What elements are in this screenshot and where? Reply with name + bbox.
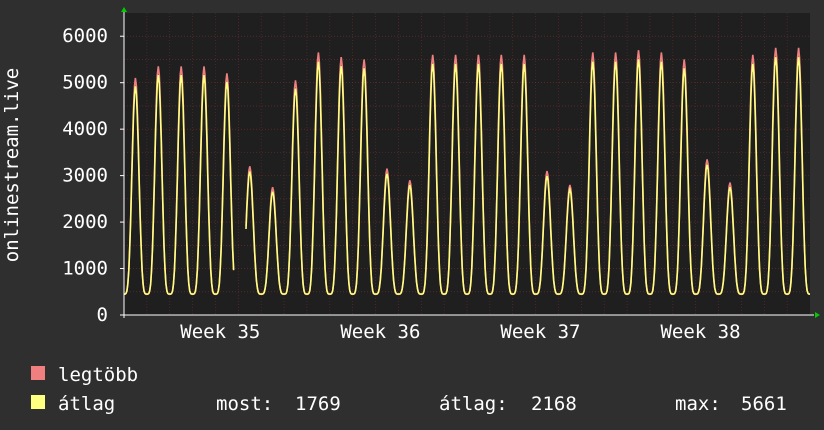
y-axis-label: onlinestream.live [1,68,23,262]
y-tick-label: 1000 [62,258,108,280]
legend: legtöbb átlag [31,364,138,415]
y-tick-label: 4000 [62,118,108,140]
stat-avg-label: átlag: [439,393,508,415]
legend-label-avg: átlag [58,393,115,415]
y-tick-label: 0 [97,304,108,326]
y-tick-label: 5000 [62,72,108,94]
stat-max-value: 5661 [741,393,787,415]
y-tick-labels: 0 1000 2000 3000 4000 5000 6000 [62,25,124,326]
traffic-chart: 0 1000 2000 3000 4000 5000 6000 Week 35 Week 36… [1,7,820,415]
x-tick-label: Week 36 [340,321,420,343]
x-tick-label: Week 38 [660,321,740,343]
x-axis-arrow-icon [815,312,820,318]
y-axis-arrow-icon [121,7,127,12]
stat-max-label: max: [675,393,721,415]
y-tick-label: 3000 [62,165,108,187]
stat-avg-value: 2168 [531,393,577,415]
y-tick-label: 6000 [62,25,108,47]
legend-swatch-max [31,366,45,380]
x-tick-label: Week 35 [180,321,260,343]
stats: most: 1769 átlag: 2168 max: 5661 [216,393,787,415]
x-tick-label: Week 37 [500,321,580,343]
legend-swatch-avg [31,395,45,409]
stat-now-label: most: [216,393,273,415]
legend-label-max: legtöbb [58,364,138,386]
stat-now-value: 1769 [295,393,341,415]
x-tick-labels: Week 35 Week 36 Week 37 Week 38 [180,321,740,343]
y-tick-label: 2000 [62,211,108,233]
